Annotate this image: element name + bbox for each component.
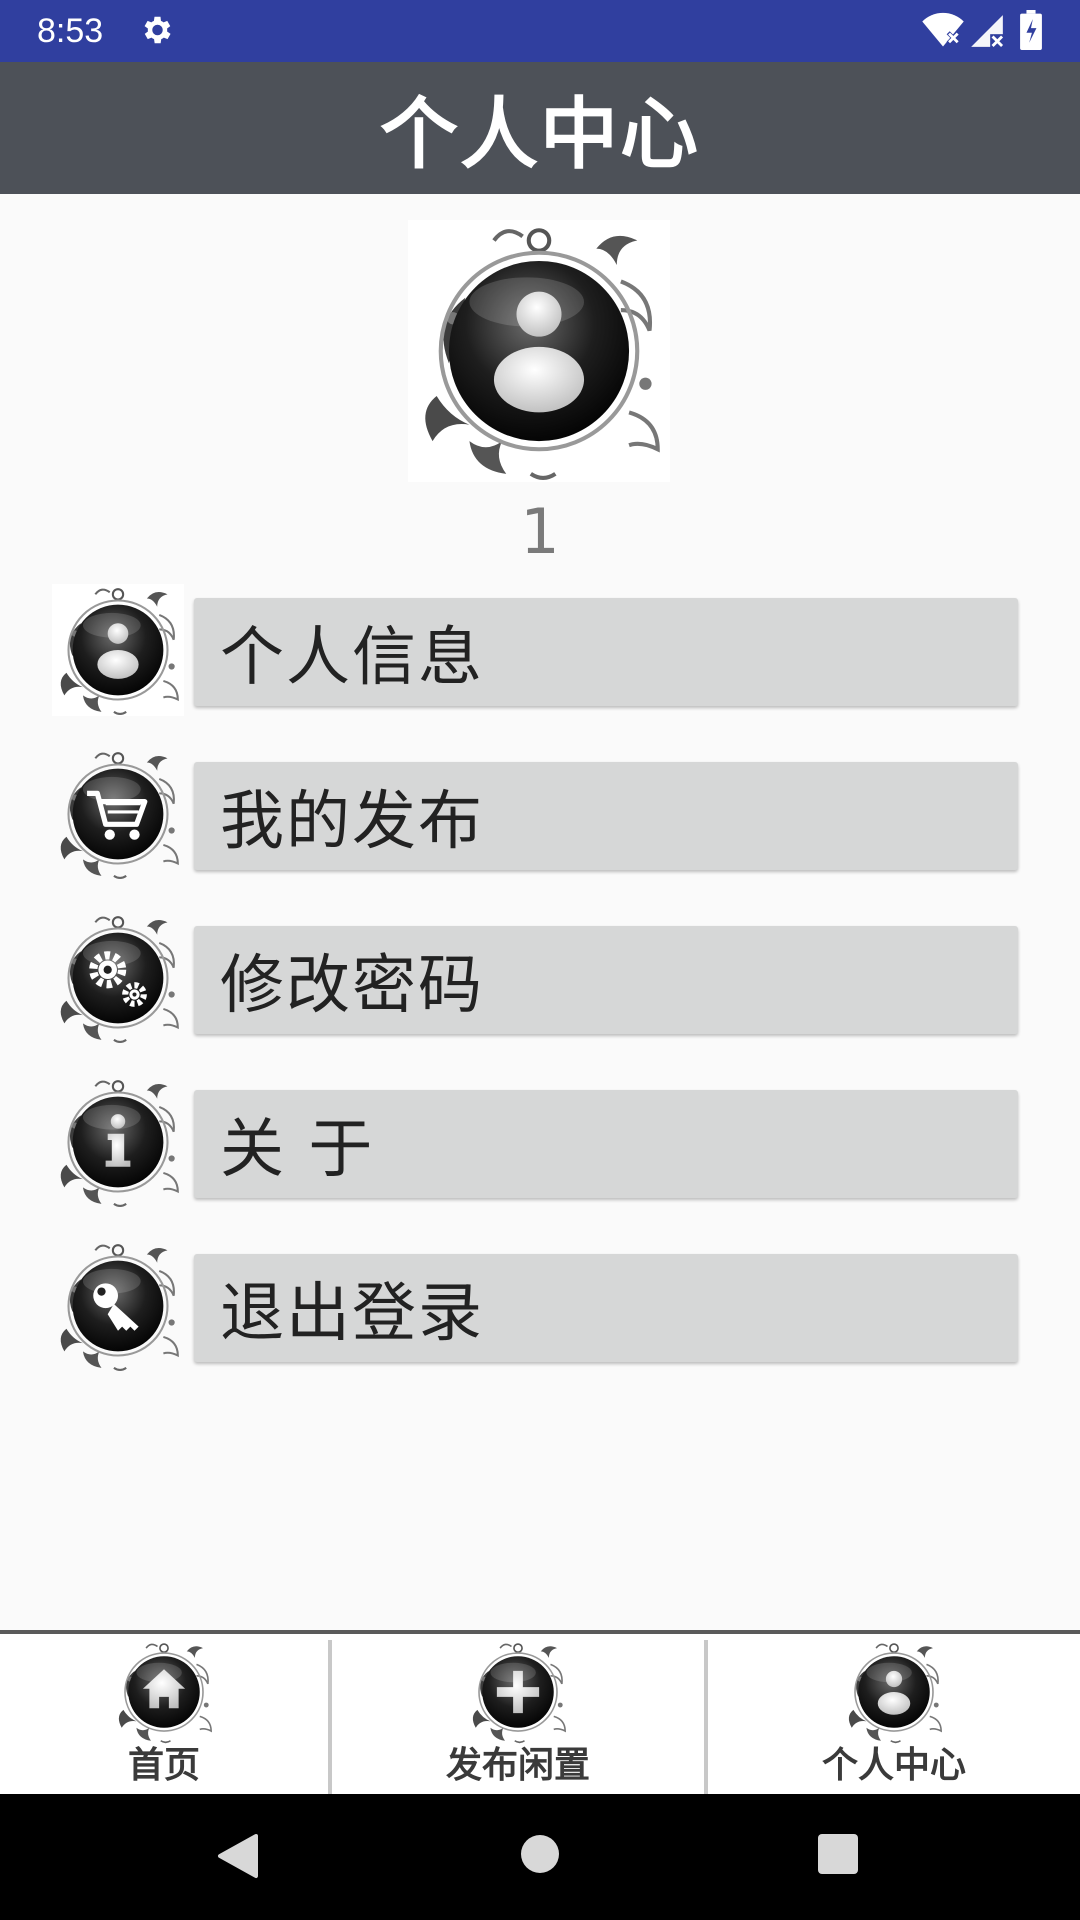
user-icon (52, 584, 184, 716)
menu-item-label: 修改密码 (220, 949, 484, 1023)
home-icon (118, 1643, 212, 1744)
menu-item-label: 我的发布 (220, 785, 484, 859)
menu-item-my-posts[interactable]: 我的发布 (52, 748, 1018, 880)
system-navigation-bar (0, 1794, 1080, 1920)
nav-label: 发布闲置 (445, 1745, 590, 1786)
nav-label: 个人中心 (821, 1745, 966, 1786)
user-avatar-icon[interactable] (408, 220, 670, 482)
username: 1 (520, 495, 560, 568)
menu-item-logout[interactable]: 退出登录 (52, 1240, 1018, 1372)
nav-item-publish[interactable]: 发布闲置 (332, 1634, 704, 1798)
menu-item-about[interactable]: 关 于 (52, 1076, 1018, 1208)
info-icon (59, 1080, 179, 1207)
nav-item-home[interactable]: 首页 (0, 1634, 328, 1798)
home-circle-icon[interactable] (520, 1834, 560, 1874)
menu-item-profile-info[interactable]: 个人信息 (52, 584, 1018, 716)
bottom-navigation: 首页 发布闲置 个人中心 (0, 1630, 1080, 1798)
title-bar: 个人中心 (0, 62, 1080, 194)
user-icon (848, 1643, 942, 1744)
change-password-button[interactable]: 修改密码 (194, 926, 1018, 1034)
gears-icon (59, 916, 179, 1043)
key-icon (59, 1244, 179, 1371)
menu-item-label: 个人信息 (220, 621, 484, 695)
signal-icon (971, 15, 1005, 49)
status-bar: 8:53 (0, 0, 1080, 62)
menu-item-label: 退出登录 (220, 1277, 484, 1351)
menu-item-label: 关 于 (220, 1113, 375, 1187)
about-button[interactable]: 关 于 (194, 1090, 1018, 1198)
back-triangle-icon[interactable] (216, 1832, 260, 1880)
menu-item-change-password[interactable]: 修改密码 (52, 912, 1018, 1044)
wifi-icon (922, 12, 964, 47)
recents-square-icon[interactable] (818, 1834, 858, 1874)
nav-item-profile[interactable]: 个人中心 (708, 1634, 1080, 1798)
logout-button[interactable]: 退出登录 (194, 1254, 1018, 1362)
profile-info-button[interactable]: 个人信息 (194, 598, 1018, 706)
cart-icon (59, 752, 179, 879)
gear-icon (144, 16, 171, 44)
battery-icon (1020, 10, 1042, 50)
status-time: 8:53 (37, 12, 104, 50)
nav-label: 首页 (127, 1745, 200, 1786)
my-posts-button[interactable]: 我的发布 (194, 762, 1018, 870)
plus-icon (472, 1643, 566, 1744)
page-title: 个人中心 (379, 90, 700, 180)
